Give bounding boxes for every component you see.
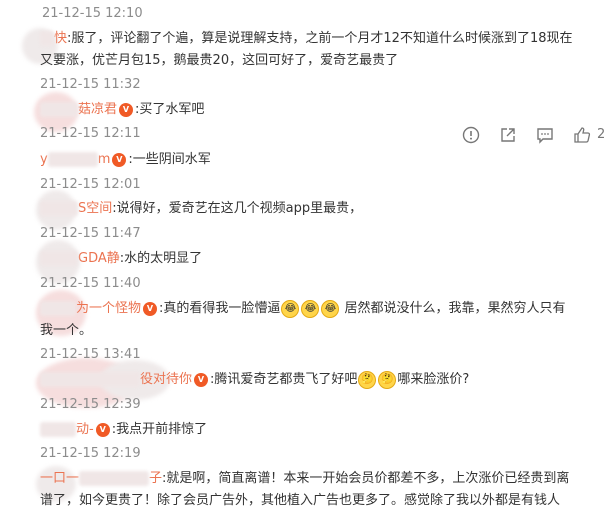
- comment-text: :一些阴间水军: [128, 152, 211, 167]
- comment-username-suffix[interactable]: m: [98, 152, 111, 167]
- comment-username-suffix[interactable]: 子: [149, 471, 162, 486]
- comment-item: 快:服了，评论翻了个遍，算是说理解支持，之前一个月才12不知道什么时候涨到了18…: [40, 29, 572, 49]
- comment-username[interactable]: GDA静: [78, 251, 120, 266]
- comment-text: :就是啊，简直离谱！本来一开始会员价都差不多，上次涨价已经贵到离: [162, 471, 570, 486]
- comment-username[interactable]: S空间: [78, 201, 112, 216]
- comment-timestamp: 21-12-15 11:47: [40, 226, 141, 241]
- comment-item: GDA静:水的太明显了: [40, 249, 202, 269]
- comment-username[interactable]: 动-: [76, 422, 94, 437]
- comment-item: 动- V:我点开前排惊了: [40, 420, 207, 440]
- comment-timestamp: 21-12-15 11:40: [40, 276, 141, 291]
- comment-timestamp: 21-12-15 12:39: [40, 397, 141, 412]
- like-count[interactable]: 2: [597, 127, 605, 142]
- comment-username[interactable]: 为一个怪物: [76, 301, 141, 316]
- comment-username[interactable]: 菇凉君: [78, 102, 117, 117]
- comment-text: :买了水军吧: [135, 102, 205, 117]
- comment-username[interactable]: 快: [54, 31, 67, 46]
- comment-item: y m V:一些阴间水军: [40, 150, 211, 170]
- thinking-emoji-icon: 🤔: [378, 370, 397, 389]
- comment-text: :真的看得我一脸懵逼: [159, 301, 281, 316]
- comment-timestamp: 21-12-15 12:19: [40, 446, 141, 461]
- comment-text: :腾讯爱奇艺都贵飞了好吧: [210, 372, 358, 387]
- comment-item: 菇凉君 V:买了水军吧: [40, 100, 204, 120]
- comment-timestamp: 21-12-15 12:11: [40, 126, 141, 141]
- username-blur: [40, 102, 78, 117]
- comment-username[interactable]: y: [40, 152, 48, 167]
- comment-item: 一口一 子:就是啊，简直离谱！本来一开始会员价都差不多，上次涨价已经贵到离: [40, 469, 569, 489]
- comment-item: 役对待你 V:腾讯爱奇艺都贵飞了好吧 🤔 🤔 哪来脸涨价?: [40, 370, 469, 390]
- comment-text: :服了，评论翻了个遍，算是说理解支持，之前一个月才12不知道什么时候涨到了18现…: [67, 31, 573, 46]
- comment-username[interactable]: 役对待你: [140, 372, 192, 387]
- comment-text-line: 我一个。: [40, 323, 93, 338]
- username-blur: [40, 31, 54, 46]
- username-blur: [79, 471, 150, 486]
- comment-text-after: 哪来脸涨价?: [397, 372, 470, 387]
- laugh-cry-emoji-icon: 😂: [321, 299, 340, 318]
- comment-text: :我点开前排惊了: [111, 422, 208, 437]
- vip-badge-icon: V: [194, 372, 209, 387]
- vip-badge-icon: V: [112, 152, 127, 167]
- comment-icon[interactable]: [536, 126, 554, 144]
- comment-text-line: 又要涨，优芒月包15，鹅最贵20，这回可好了，爱奇艺最贵了: [40, 53, 399, 68]
- laugh-cry-emoji-icon: 😂: [281, 299, 300, 318]
- comment-text: :水的太明显了: [119, 251, 203, 266]
- comment-item: 为一个怪物 V:真的看得我一脸懵逼 😂 😂 😂 居然都说没什么，我靠，果然穷人只有: [40, 299, 566, 319]
- comment-text-line: 谱了，如今更贵了！除了会员广告外，其他植入广告也更多了。感觉除了我以外都是有钱人: [40, 493, 561, 508]
- username-blur: [40, 301, 76, 316]
- username-blur: [40, 372, 140, 387]
- like-icon[interactable]: [573, 126, 591, 144]
- username-blur: [40, 201, 78, 216]
- comment-timestamp: 21-12-15 11:32: [40, 77, 141, 92]
- comment-username[interactable]: 一口一: [40, 471, 79, 486]
- username-blur: [40, 422, 76, 437]
- laugh-cry-emoji-icon: 😂: [301, 299, 320, 318]
- vip-badge-icon: V: [143, 301, 158, 316]
- username-blur: [40, 251, 78, 266]
- comment-item: S空间:说得好，爱奇艺在这几个视频app里最贵，: [40, 199, 362, 219]
- vip-badge-icon: V: [119, 102, 134, 117]
- comment-timestamp: 21-12-15 12:10: [42, 6, 143, 21]
- report-icon[interactable]: [462, 126, 480, 144]
- comment-text-after: 居然都说没什么，我靠，果然穷人只有: [344, 301, 566, 316]
- share-icon[interactable]: [499, 126, 517, 144]
- thinking-emoji-icon: 🤔: [358, 370, 377, 389]
- comment-timestamp: 21-12-15 13:41: [40, 347, 141, 362]
- username-blur: [47, 152, 98, 167]
- comment-text: :说得好，爱奇艺在这几个视频app里最贵，: [112, 201, 363, 216]
- comment-timestamp: 21-12-15 12:01: [40, 177, 141, 192]
- vip-badge-icon: V: [95, 422, 110, 437]
